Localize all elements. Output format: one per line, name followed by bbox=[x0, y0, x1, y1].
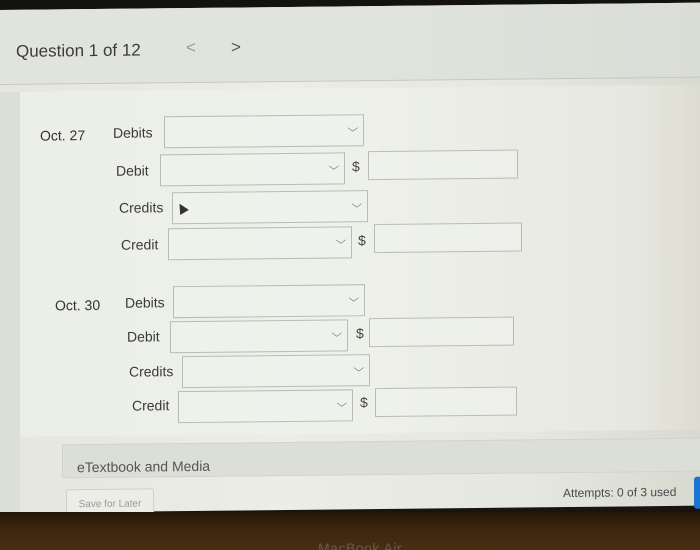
credits-label: Credits bbox=[129, 363, 174, 380]
chevron-right-icon: > bbox=[231, 37, 241, 57]
currency-symbol: $ bbox=[360, 394, 368, 411]
credit-amount-input[interactable] bbox=[375, 386, 517, 418]
currency-symbol: $ bbox=[356, 325, 364, 342]
question-header: Question 1 of 12 < > bbox=[0, 2, 700, 85]
credit-label: Credit bbox=[132, 397, 170, 414]
credit-account-select[interactable]: ⌵ bbox=[168, 226, 352, 261]
debit-amount-input[interactable] bbox=[369, 316, 514, 348]
credits-label: Credits bbox=[119, 199, 164, 216]
debit-account-select[interactable]: ⌵ bbox=[160, 152, 345, 187]
chevron-down-icon: ⌵ bbox=[331, 328, 343, 340]
credit-label: Credit bbox=[121, 236, 159, 253]
credit-amount-input[interactable] bbox=[374, 222, 522, 254]
debit-label: Debit bbox=[116, 162, 149, 179]
chevron-down-icon: ⌵ bbox=[335, 235, 347, 247]
chevron-left-icon: < bbox=[186, 37, 196, 58]
debits-label: Debits bbox=[113, 124, 153, 141]
question-counter: Question 1 of 12 bbox=[16, 40, 141, 61]
etextbook-and-media-toggle[interactable]: eTextbook and Media bbox=[62, 437, 700, 479]
device-brand-label: MacBook Air bbox=[318, 540, 403, 550]
chevron-down-icon: ⌵ bbox=[328, 161, 340, 173]
debit-account-select[interactable]: ⌵ bbox=[170, 319, 348, 354]
debits-account-select[interactable]: ⌵ bbox=[164, 114, 364, 149]
chevron-down-icon: ⌵ bbox=[353, 363, 365, 375]
chevron-down-icon: ⌵ bbox=[347, 123, 359, 135]
chevron-down-icon: ⌵ bbox=[351, 199, 363, 211]
next-question-button[interactable]: > bbox=[231, 37, 241, 57]
debit-amount-input[interactable] bbox=[368, 149, 518, 181]
attempts-counter: Attempts: 0 of 3 used bbox=[563, 484, 677, 501]
screen: Question 1 of 12 < > Oct. 27 Debits ⌵ De… bbox=[0, 2, 700, 522]
left-margin bbox=[0, 91, 20, 522]
debits-account-select[interactable]: ⌵ bbox=[173, 284, 365, 319]
credit-account-select[interactable]: ⌵ bbox=[178, 389, 353, 424]
previous-question-button[interactable]: < bbox=[186, 38, 196, 58]
credits-account-select[interactable]: ⌵ bbox=[182, 354, 370, 389]
chevron-down-icon: ⌵ bbox=[348, 293, 360, 305]
debit-label: Debit bbox=[127, 328, 160, 345]
entry-date: Oct. 30 bbox=[55, 296, 101, 314]
etextbook-label: eTextbook and Media bbox=[77, 457, 211, 476]
debits-label: Debits bbox=[125, 294, 165, 311]
chevron-down-icon: ⌵ bbox=[336, 398, 348, 410]
credits-account-select[interactable]: ⌵ bbox=[172, 190, 368, 225]
submit-answer-button[interactable] bbox=[694, 476, 700, 509]
currency-symbol: $ bbox=[352, 158, 360, 175]
entry-date: Oct. 27 bbox=[40, 127, 86, 144]
currency-symbol: $ bbox=[358, 232, 366, 249]
